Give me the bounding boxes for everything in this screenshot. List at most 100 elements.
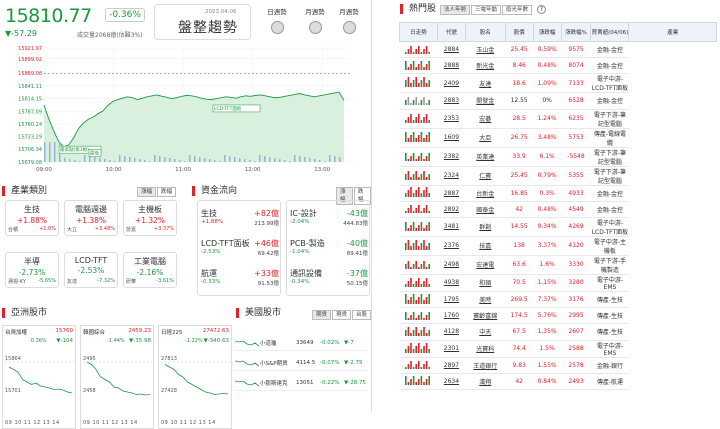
industry-card[interactable]: 主機板 +1.32% 技嘉 +3.37% (123, 200, 177, 236)
stock-name[interactable]: 技嘉 (465, 236, 506, 256)
stock-code[interactable]: 2888 (437, 57, 466, 75)
us-index-row[interactable]: 小道瓊 33649 -0.02% ▼-7 (234, 335, 368, 351)
industry-tab-down[interactable]: 跌幅 (157, 187, 177, 197)
asia-index-card[interactable]: 日經225 27472.63 -1.22% ▼-340.63 27813 27428 09 … (158, 325, 232, 429)
stock-code[interactable]: 2498 (437, 255, 466, 275)
table-row[interactable]: 2353 宏碁 28.5 1.24% 6235 電子下游-筆記型電腦 (399, 109, 717, 129)
stock-code[interactable]: 2376 (437, 236, 466, 256)
industry-sub: 技嘉 +3.37% (126, 226, 174, 233)
stock-name[interactable]: 宏達電 (465, 255, 506, 275)
stock-code[interactable]: 1795 (437, 291, 466, 309)
table-row[interactable]: 2324 仁寶 25.45 0.79% 5355 電子下游-筆記型電腦 (399, 166, 717, 186)
stock-code[interactable]: 4938 (437, 274, 466, 292)
stock-name[interactable]: 仁寶 (465, 166, 506, 186)
table-row[interactable]: 1795 美時 269.5 7.37% 3176 傳產-生技 (399, 291, 717, 309)
stock-name[interactable]: 台新金 (465, 185, 506, 202)
us-tab-futures[interactable]: 期貨 (312, 310, 331, 320)
industry-card[interactable]: 工業電腦 -2.16% 研華 -3.61% (123, 252, 177, 288)
trend-button-day[interactable]: 日週勢 (262, 6, 292, 34)
stock-code[interactable]: 4128 (437, 323, 466, 341)
table-row[interactable]: 1609 大亞 26.75 3.48% 5753 傳產-電線電纜 (399, 128, 717, 148)
table-row[interactable]: 2382 英業達 33.9 6.1% -5548 電子下游-筆記型電腦 (399, 147, 717, 167)
stock-code[interactable]: 2884 (437, 41, 466, 59)
stock-name[interactable]: 群創 (465, 217, 506, 237)
stock-code[interactable]: 2892 (437, 201, 466, 218)
stock-name[interactable]: 美時 (465, 291, 506, 309)
table-row[interactable]: 2884 玉山金 25.45 0.59% 9575 金融-金控 (399, 41, 717, 59)
hot-header-3[interactable]: 股價 (504, 22, 534, 42)
hot-header-4[interactable]: 漲跌幅 (532, 22, 562, 42)
flow-item[interactable]: PCB-製造 -40億 -1.04% 89.41億 (288, 236, 370, 260)
table-row[interactable]: 2498 宏達電 63.6 1.6% 3330 電子下游-手機製造 (399, 255, 717, 275)
flow-item[interactable]: 生技 +82億 +1.88% 213.99億 (199, 206, 281, 230)
hot-header-6[interactable]: 買賣超(04/06) (590, 22, 630, 42)
asia-index-card[interactable]: 韓國綜合 2459.23 -1.44% ▼-35.98 2495 2458 09 10 11… (80, 325, 154, 429)
stock-code[interactable]: 2897 (437, 357, 466, 374)
table-row[interactable]: 2376 技嘉 138 3.37% 4120 電子中游-主機板 (399, 236, 717, 256)
industry-card[interactable]: 半導 -2.73% 邁視-KY -5.65% (5, 252, 59, 288)
table-row[interactable]: 4128 中天 67.5 1.35% 2607 傳產-生技 (399, 323, 717, 341)
stock-name[interactable]: 寶齡富錦 (465, 307, 506, 325)
stock-code[interactable]: 2324 (437, 166, 466, 186)
stock-code[interactable]: 2634 (437, 373, 466, 390)
stock-name[interactable]: 新光金 (465, 57, 506, 75)
table-row[interactable]: 2883 開發金 12.55 0% 6528 金融-金控 (399, 92, 717, 110)
industry-card[interactable]: LCD-TFT -2.53% 友達 -7.32% (64, 252, 118, 288)
industry-card[interactable]: 生技 +1.88% 台積 +1.0% (5, 200, 59, 236)
stock-code[interactable]: 2409 (437, 73, 466, 94)
trend-button-week[interactable]: 月週勢 (300, 6, 330, 34)
hot-header-2[interactable]: 股名 (464, 22, 506, 42)
hot-header-1[interactable]: 代號 (436, 22, 466, 42)
stock-code[interactable]: 2301 (437, 340, 466, 358)
asia-index-card[interactable]: 台灣加權 15760 -0.36% ▼-104 15864 15701 09 10 11 1… (2, 325, 76, 429)
stock-name[interactable]: 國泰金 (465, 201, 506, 218)
us-tab-spot[interactable]: 現貨 (332, 310, 351, 320)
trend-button-month[interactable]: 月週勢 (334, 6, 364, 34)
table-row[interactable]: 2409 友達 18.6 1.09% 7133 電子中游-LCD-TFT面板 (399, 73, 717, 94)
flow-item[interactable]: 航運 +33億 -0.33% 91.53億 (199, 266, 281, 290)
flow-item[interactable]: LCD-TFT面板 +46億 -2.53% 69.42億 (199, 236, 281, 260)
stock-name[interactable]: 和碩 (465, 274, 506, 292)
us-tab-tw[interactable]: 台股 (352, 310, 371, 320)
help-icon[interactable]: ? (537, 5, 546, 14)
stock-code[interactable]: 2883 (437, 92, 466, 110)
stock-code[interactable]: 2353 (437, 109, 466, 129)
us-index-row[interactable]: 小S&P期貨 4114.5 -0.07% ▼-2.75 (234, 355, 368, 371)
table-row[interactable]: 2897 王道銀行 9.83 1.55% 2578 金融-銀行 (399, 357, 717, 374)
stock-name[interactable]: 英業達 (465, 147, 506, 167)
flow-item[interactable]: 通訊設備 -37億 -0.34% 50.15億 (288, 266, 370, 290)
hot-header-7[interactable]: 產業 (628, 22, 717, 42)
table-row[interactable]: 2887 台新金 16.85 0.3% 4933 金融-金控 (399, 185, 717, 202)
hot-header-0[interactable]: 日走勢 (399, 22, 438, 42)
stock-code[interactable]: 2887 (437, 185, 466, 202)
stock-code[interactable]: 1760 (437, 307, 466, 325)
hot-tab-2[interactable]: 廢光年數 (502, 5, 533, 15)
table-row[interactable]: 2892 國泰金 42 0.48% 4549 金融-金控 (399, 201, 717, 218)
stock-name[interactable]: 大亞 (465, 128, 506, 148)
stock-name[interactable]: 光寶科 (465, 340, 506, 358)
flow-item[interactable]: IC-設計 -43億 -2.04% 444.83億 (288, 206, 370, 230)
hot-tab-1[interactable]: 三電年動 (471, 5, 502, 15)
stock-name[interactable]: 中天 (465, 323, 506, 341)
table-row[interactable]: 1760 寶齡富錦 174.5 5.76% 2995 傳產-生技 (399, 307, 717, 325)
table-row[interactable]: 3481 群創 14.55 0.34% 4269 電子中游-LCD-TFT面板 (399, 217, 717, 237)
hot-tab-0[interactable]: 法人年勢 (440, 5, 471, 15)
hot-header-5[interactable]: 漲跌幅% (560, 22, 592, 42)
stock-name[interactable]: 友達 (465, 73, 506, 94)
stock-price: 25.45 (505, 41, 534, 59)
stock-code[interactable]: 3481 (437, 217, 466, 237)
us-index-row[interactable]: 小那斯達克 13051 -0.22% ▼-28.75 (234, 375, 368, 391)
stock-name[interactable]: 宏碁 (465, 109, 506, 129)
industry-card[interactable]: 電腦週邊 +1.38% 大立 +3.48% (64, 200, 118, 236)
table-row[interactable]: 4938 和碩 70.5 1.15% 3280 電子中游-EMS (399, 274, 717, 292)
table-row[interactable]: 2634 漢翔 42 0.84% 2493 傳產-航運 (399, 373, 717, 390)
stock-name[interactable]: 玉山金 (465, 41, 506, 59)
table-row[interactable]: 2301 光寶科 74.4 1.5% 2588 電子中游-EMS (399, 340, 717, 358)
stock-code[interactable]: 2382 (437, 147, 466, 167)
stock-name[interactable]: 開發金 (465, 92, 506, 110)
stock-name[interactable]: 漢翔 (465, 373, 506, 390)
stock-code[interactable]: 1609 (437, 128, 466, 148)
table-row[interactable]: 2888 新光金 8.46 0.48% 8074 金融-金控 (399, 57, 717, 75)
industry-tab-up[interactable]: 漲幅 (137, 187, 157, 197)
stock-name[interactable]: 王道銀行 (465, 357, 506, 374)
